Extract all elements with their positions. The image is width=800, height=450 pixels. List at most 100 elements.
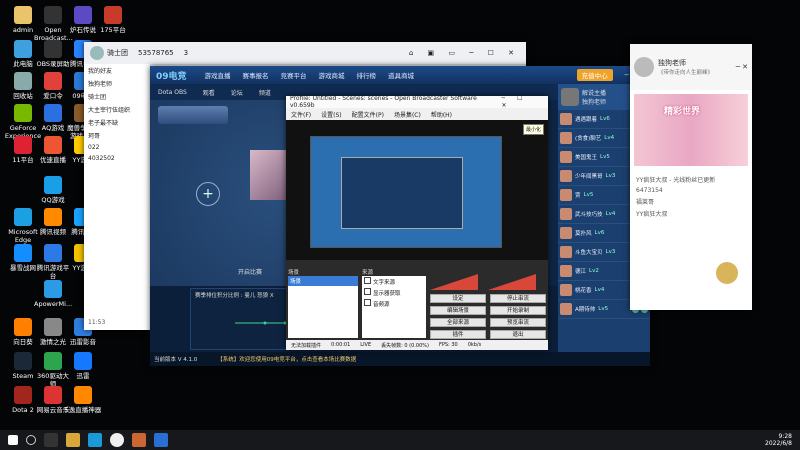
add-icon[interactable]: + [196, 182, 220, 206]
menu-item[interactable]: 文件(F) [291, 110, 311, 119]
tab[interactable]: 论坛 [231, 88, 243, 97]
source-row[interactable]: 显示器获取 [362, 287, 426, 298]
app-icon [14, 208, 32, 226]
contact-tree-item[interactable]: 022 [84, 142, 150, 153]
tooltip: 最小化 [522, 124, 544, 135]
contact-tree-item[interactable]: 老子最不缺 [84, 116, 150, 129]
nav-item[interactable]: 竞赛平台 [281, 72, 307, 80]
contact-tree-item[interactable]: 独狗老师 [84, 77, 150, 90]
member-name: 莫扑风 [575, 231, 592, 237]
app-icon [14, 72, 32, 90]
obs-taskbar-icon[interactable] [110, 433, 124, 447]
obs-button[interactable]: 停止串流 [490, 294, 546, 303]
menu-item[interactable]: 设置(S) [321, 110, 342, 119]
game-taskbar-icon[interactable] [132, 433, 146, 447]
nav-item[interactable]: 赛事报名 [243, 72, 269, 80]
nav-item[interactable]: 道具商城 [388, 72, 414, 80]
qq-contact-tree: 我的好友 独狗老师 骑士团 大主宰行伍组织 老子最不缺 珂哥 022 4032502 [84, 64, 151, 330]
window-controls[interactable]: ─ ✕ [736, 63, 748, 71]
contact-tree-item[interactable]: 我的好友 [84, 64, 150, 77]
taskview-icon[interactable] [44, 433, 58, 447]
app-icon [44, 104, 62, 122]
clock-date: 2022/6/8 [765, 440, 792, 447]
member-level: Lv6 [594, 230, 605, 236]
contact-tree-item[interactable]: 珂哥 [84, 129, 150, 142]
chat-message: 福莱哥 [636, 199, 655, 206]
source-item[interactable]: 文字来源 [373, 280, 395, 286]
checkbox-icon[interactable] [364, 299, 371, 306]
status-field: 无法加载插件 [291, 342, 322, 349]
start-checkbox[interactable]: 开启比赛 [238, 267, 262, 276]
qq-title-bar[interactable]: 骑士团 53578765 3 ⌂ ▣ ▭ ─ ☐ ✕ [84, 42, 526, 65]
member-name: 少年闻黑哥 [575, 174, 603, 180]
window-controls[interactable]: ─ ☐ ✕ [502, 95, 544, 109]
start-icon[interactable] [8, 435, 18, 445]
checkbox-icon[interactable] [364, 277, 371, 284]
nav-item[interactable]: 游戏直播 [205, 72, 231, 80]
member-avatar [560, 151, 572, 163]
contact-tree-item[interactable]: 骑士团 [84, 90, 150, 103]
scene-item[interactable]: 场景 [288, 276, 358, 286]
obs-button[interactable]: 插件 [430, 330, 486, 339]
chat-banner[interactable]: 精彩世界 [634, 94, 748, 166]
top-button[interactable]: 充值中心 [576, 69, 613, 81]
desktop-icon[interactable]: ApowerMi... [34, 280, 72, 308]
obs-button[interactable]: 设定 [430, 294, 486, 303]
obs-button[interactable]: 开始录制 [490, 306, 546, 315]
member-level: Lv2 [589, 268, 599, 274]
source-row[interactable]: 音频源 [362, 298, 426, 309]
chat-avatar [634, 57, 654, 77]
member-level: Lv6 [600, 116, 610, 122]
source-item[interactable]: 显示器获取 [373, 291, 401, 297]
desktop-icon-label: 迅雷 [76, 372, 90, 380]
qq-taskbar-icon[interactable] [154, 433, 168, 447]
source-row[interactable]: 文字来源 [362, 276, 426, 287]
tab[interactable]: 观看 [203, 88, 215, 97]
app-icon [44, 208, 62, 226]
search-icon[interactable] [26, 435, 36, 445]
scenes-list[interactable]: 场景 [288, 276, 358, 338]
nav-item[interactable]: 排行榜 [357, 72, 377, 80]
desktop-icon[interactable]: QQ游戏 [34, 176, 72, 204]
app-icon [44, 280, 62, 298]
obs-window[interactable]: Profile: Untitled - Scenes: scenes - Ope… [286, 95, 548, 350]
menu-item[interactable]: 配置文件(P) [352, 110, 384, 119]
obs-button[interactable]: 预览串流 [490, 318, 546, 327]
desktop-icon[interactable]: 175平台 [94, 6, 132, 34]
member-name: 桃花香 [575, 288, 592, 294]
member-level: Lv4 [604, 135, 615, 141]
contact-tree-item[interactable]: 大主宰行伍组织 [84, 103, 150, 116]
menu-item[interactable]: 场景集(C) [394, 110, 421, 119]
esports-nav: 09电竞 游戏直播赛事报名竞赛平台游戏商城排行榜道具商城 充值中心 ─ ☐ ✕ [150, 66, 650, 84]
obs-title-bar[interactable]: Profile: Untitled - Scenes: scenes - Ope… [286, 95, 548, 109]
menu-item[interactable]: 帮助(H) [431, 110, 452, 119]
app-icon [44, 386, 62, 404]
desktop-icon[interactable]: 5逸直播神器 [64, 386, 102, 414]
scenes-label: 场景 [288, 270, 300, 276]
tab[interactable]: 频道 [259, 88, 271, 97]
status-field: 0kb/s [467, 342, 482, 348]
edge-icon[interactable] [88, 433, 102, 447]
obs-preview: 最小化 [286, 120, 548, 260]
obs-button[interactable]: 全部来源 [430, 318, 486, 327]
source-item[interactable]: 音频源 [373, 302, 390, 308]
chat-header: 独狗老师 《带你走向人生巅峰》 ─ ✕ [630, 44, 752, 90]
group-avatar [90, 46, 104, 60]
obs-button[interactable]: 编辑场景 [430, 306, 486, 315]
sources-list[interactable]: 文字来源显示器获取音频源 [362, 276, 426, 338]
clock-time: 9:28 [778, 433, 792, 440]
obs-button[interactable]: 退出 [490, 330, 546, 339]
member-level: Lv5 [598, 306, 609, 312]
tab[interactable]: Dota OBS [158, 89, 187, 96]
nav-item[interactable]: 游戏商城 [319, 72, 345, 80]
desktop-icon[interactable]: 迅雷 [64, 352, 102, 380]
app-icon [74, 6, 92, 24]
obs-menu-bar: 文件(F) 设置(S) 配置文件(P) 场景集(C) 帮助(H) [286, 108, 548, 120]
chat-window[interactable]: 独狗老师 《带你走向人生巅峰》 ─ ✕ 精彩世界 YY疯狂大叔 - 光线粉丝已更… [630, 44, 752, 310]
banner-text: 精彩世界 [664, 107, 701, 117]
contact-tree-item[interactable]: 4032502 [84, 153, 150, 164]
checkbox-icon[interactable] [364, 288, 371, 295]
status-bar: 当前版本 V 4.1.0 【系统】欢迎您使用09电竞平台，点击查看本场比赛数据 [150, 352, 650, 366]
window-controls[interactable]: ⌂ ▣ ▭ ─ ☐ ✕ [409, 49, 520, 57]
file-explorer-icon[interactable] [66, 433, 80, 447]
